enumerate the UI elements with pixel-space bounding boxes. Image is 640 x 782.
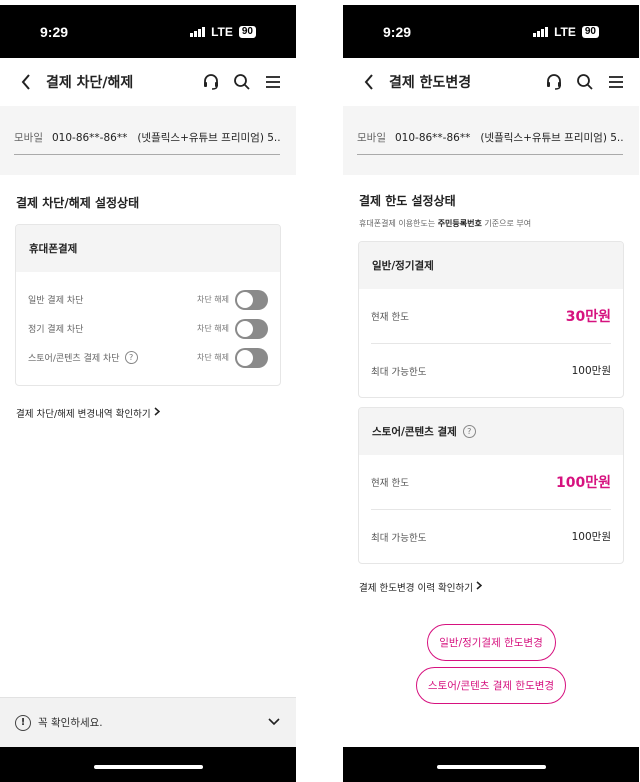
- search-icon[interactable]: [576, 73, 594, 91]
- notice-text: 꼭 확인하세요.: [38, 717, 103, 729]
- chevron-right-icon: [154, 407, 160, 419]
- limit-history-link[interactable]: 결제 한도변경 이력 확인하기: [343, 580, 639, 594]
- recurring-block-toggle[interactable]: [235, 318, 268, 339]
- page-title: 결제 한도변경: [389, 75, 472, 91]
- block-row-store: 스토어/콘텐츠 결제 차단 ? 차단 해제: [16, 343, 280, 372]
- home-indicator[interactable]: [436, 764, 546, 769]
- limit-card-general: 일반/정기결제 현재 한도 30만원 최대 가능한도 100만원: [358, 241, 624, 398]
- card-title: 휴대폰결제: [16, 225, 280, 272]
- section-title: 결제 차단/해제 설정상태: [16, 196, 140, 210]
- menu-icon[interactable]: [607, 73, 625, 91]
- current-limit-value: 100만원: [556, 475, 611, 491]
- row-state: 차단 해제: [197, 324, 229, 333]
- plan-name: (넷플릭스+유튜브 프리미엄) 5...: [480, 132, 623, 144]
- max-limit-value: 100만원: [571, 531, 611, 543]
- signal-icon: [533, 26, 549, 37]
- block-history-link[interactable]: 결제 차단/해제 변경내역 확인하기: [0, 406, 296, 420]
- mobile-label: 모바일: [14, 132, 43, 144]
- card-title: 일반/정기결제: [359, 242, 623, 289]
- current-limit-row: 현재 한도 30만원: [371, 289, 611, 343]
- limit-card-store: 스토어/콘텐츠 결제 ? 현재 한도 100만원 최대 가능한도 100만원: [358, 407, 624, 564]
- section-title: 결제 한도 설정상태: [359, 194, 456, 208]
- chevron-down-icon: [268, 717, 280, 729]
- current-limit-row: 현재 한도 100만원: [371, 455, 611, 509]
- status-time: 9:29: [383, 23, 412, 40]
- mobile-label: 모바일: [357, 132, 386, 144]
- app-header: 결제 한도변경: [343, 58, 639, 106]
- history-link-label: 결제 한도변경 이력 확인하기: [359, 583, 473, 594]
- phone-payment-card: 휴대폰결제 일반 결제 차단 차단 해제 정기 결제 차단 차단 해제 스토어/…: [15, 224, 281, 386]
- status-bar: 9:29 LTE 90: [343, 5, 639, 58]
- home-indicator[interactable]: [93, 764, 203, 769]
- screen-payment-limit: 9:29 LTE 90 결제 한도변경 모바일 010-86**-86** (넷…: [343, 5, 639, 782]
- line-selector[interactable]: 모바일 010-86**-86** (넷플릭스+유튜브 프리미엄) 5...: [343, 106, 639, 175]
- current-limit-label: 현재 한도: [371, 312, 409, 323]
- change-store-limit-button[interactable]: 스토어/콘텐츠 결제 한도변경: [416, 667, 566, 704]
- mobile-number: 010-86**-86**: [51, 131, 128, 144]
- mobile-number: 010-86**-86**: [394, 131, 471, 144]
- battery-icon: 90: [581, 25, 599, 38]
- app-header: 결제 차단/해제: [0, 58, 296, 106]
- general-block-toggle[interactable]: [235, 289, 268, 310]
- row-state: 차단 해제: [197, 295, 229, 304]
- current-limit-label: 현재 한도: [371, 478, 409, 489]
- max-limit-value: 100만원: [571, 365, 611, 377]
- change-general-limit-button[interactable]: 일반/정기결제 한도변경: [426, 624, 556, 661]
- back-chevron-icon[interactable]: [359, 72, 379, 92]
- chevron-right-icon: [476, 581, 483, 593]
- limit-basis-note: 휴대폰결제 이용한도는 주민등록번호 기준으로 부여: [359, 219, 532, 228]
- network-label: LTE: [211, 24, 233, 39]
- headset-icon[interactable]: [545, 73, 563, 91]
- max-limit-label: 최대 가능한도: [371, 532, 427, 544]
- max-limit-row: 최대 가능한도 100만원: [371, 343, 611, 397]
- page-title: 결제 차단/해제: [46, 75, 134, 91]
- max-limit-label: 최대 가능한도: [371, 366, 427, 378]
- warning-icon: !: [15, 714, 31, 731]
- help-icon[interactable]: ?: [462, 425, 476, 438]
- block-row-general: 일반 결제 차단 차단 해제: [16, 285, 280, 314]
- network-label: LTE: [554, 24, 576, 39]
- row-label: 스토어/콘텐츠 결제 차단: [28, 354, 120, 364]
- line-selector[interactable]: 모바일 010-86**-86** (넷플릭스+유튜브 프리미엄) 5...: [0, 106, 296, 175]
- history-link-label: 결제 차단/해제 변경내역 확인하기: [16, 409, 151, 420]
- row-label: 정기 결제 차단: [28, 325, 84, 335]
- home-indicator-area: [343, 747, 639, 782]
- current-limit-value: 30만원: [565, 309, 611, 325]
- headset-icon[interactable]: [202, 73, 220, 91]
- battery-icon: 90: [238, 25, 256, 38]
- card-title: 스토어/콘텐츠 결제: [372, 426, 457, 438]
- home-indicator-area: [0, 747, 296, 782]
- search-icon[interactable]: [233, 73, 251, 91]
- row-state: 차단 해제: [197, 353, 229, 362]
- help-icon[interactable]: ?: [124, 351, 138, 364]
- store-block-toggle[interactable]: [235, 347, 268, 368]
- signal-icon: [190, 26, 206, 37]
- max-limit-row: 최대 가능한도 100만원: [371, 509, 611, 563]
- status-bar: 9:29 LTE 90: [0, 5, 296, 58]
- notice-bar[interactable]: ! 꼭 확인하세요.: [0, 697, 296, 747]
- menu-icon[interactable]: [264, 73, 282, 91]
- block-row-recurring: 정기 결제 차단 차단 해제: [16, 314, 280, 343]
- screen-payment-block: 9:29 LTE 90 결제 차단/해제 모바일 010-86**-86** (…: [0, 5, 296, 782]
- plan-name: (넷플릭스+유튜브 프리미엄) 5...: [137, 132, 280, 144]
- status-time: 9:29: [40, 23, 69, 40]
- back-chevron-icon[interactable]: [16, 72, 36, 92]
- row-label: 일반 결제 차단: [28, 296, 84, 306]
